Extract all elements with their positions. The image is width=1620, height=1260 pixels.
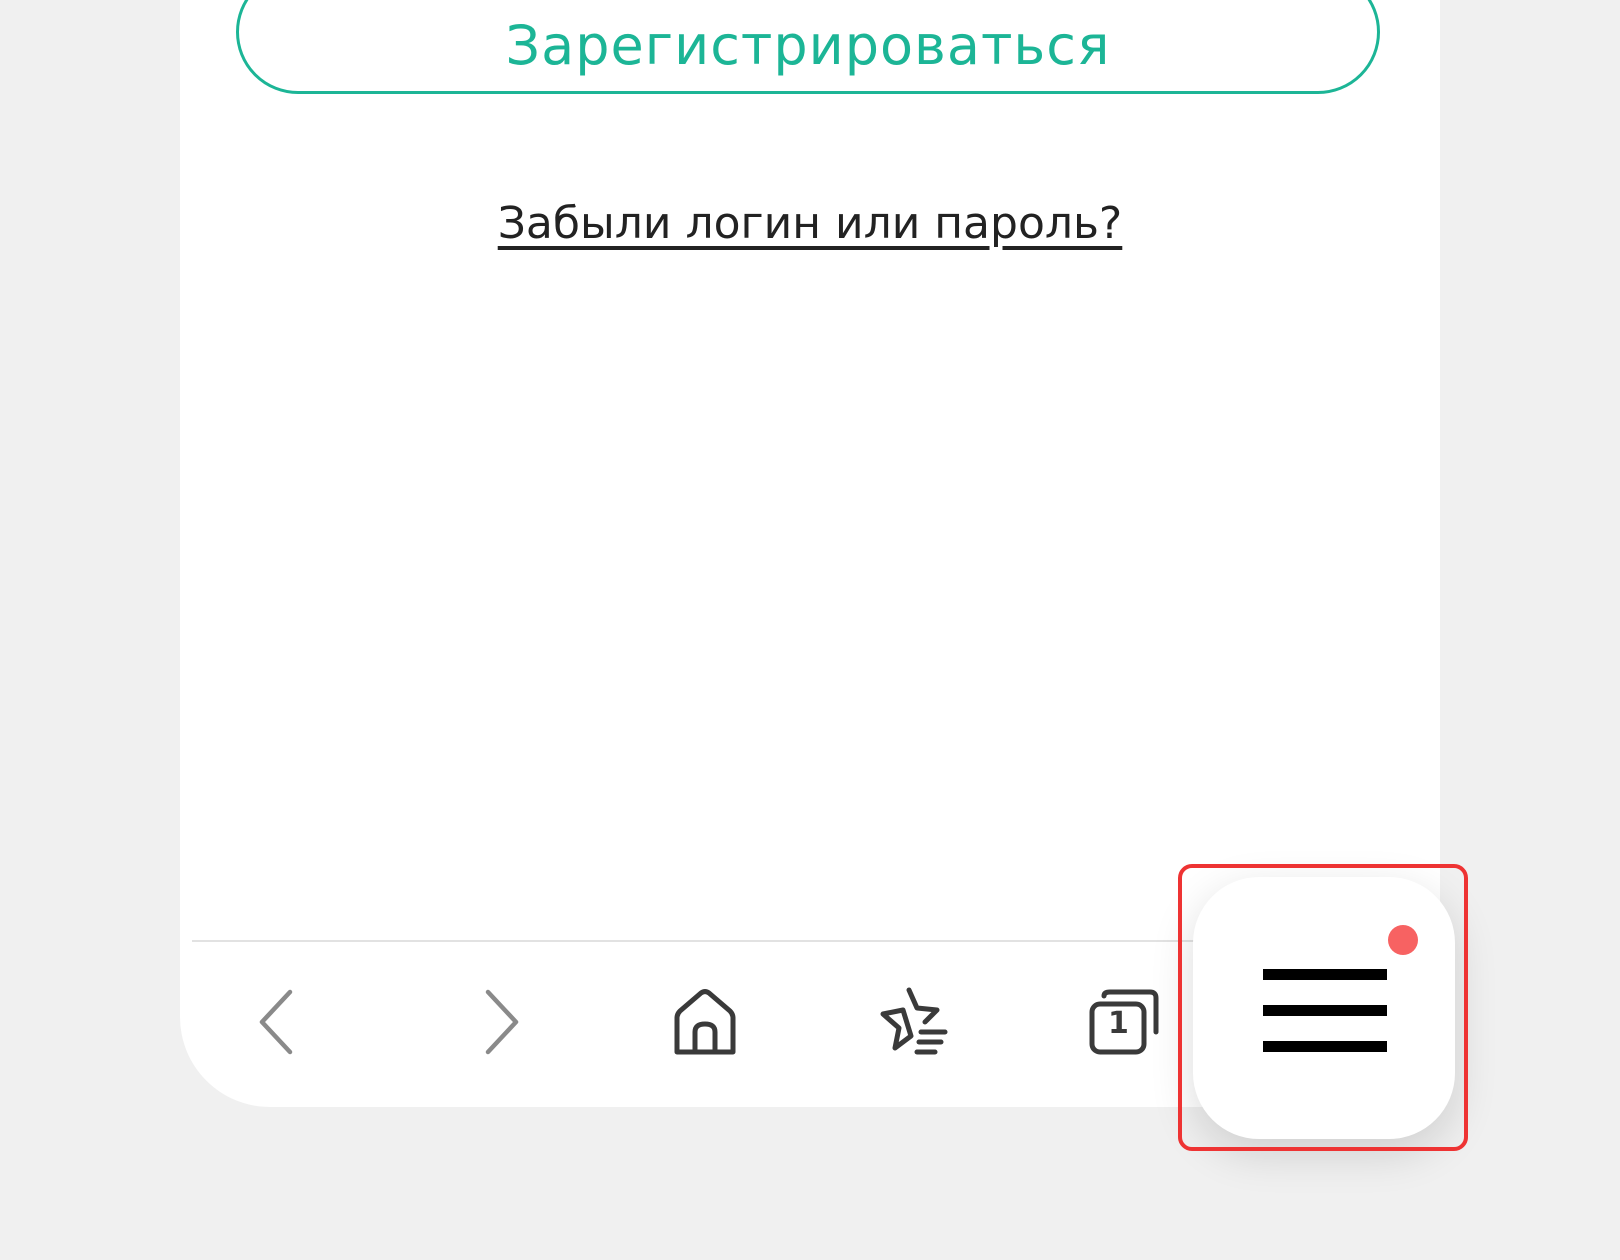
forward-button[interactable] <box>459 984 535 1060</box>
back-button[interactable] <box>243 984 319 1060</box>
chevron-right-icon <box>485 989 519 1055</box>
register-button[interactable]: Зарегистрироваться <box>236 0 1380 94</box>
register-button-label: Зарегистрироваться <box>505 13 1111 77</box>
chevron-left-icon <box>259 989 293 1055</box>
forgot-credentials-link[interactable]: Забыли логин или пароль? <box>180 198 1440 249</box>
home-icon <box>674 989 736 1055</box>
bookmarks-button[interactable] <box>875 984 951 1060</box>
menu-highlight-frame <box>1178 864 1468 1151</box>
home-button[interactable] <box>667 984 743 1060</box>
star-list-icon <box>880 987 948 1055</box>
tabs-count: 1 <box>1108 1006 1129 1041</box>
tabs-button[interactable]: 1 <box>1086 984 1162 1060</box>
